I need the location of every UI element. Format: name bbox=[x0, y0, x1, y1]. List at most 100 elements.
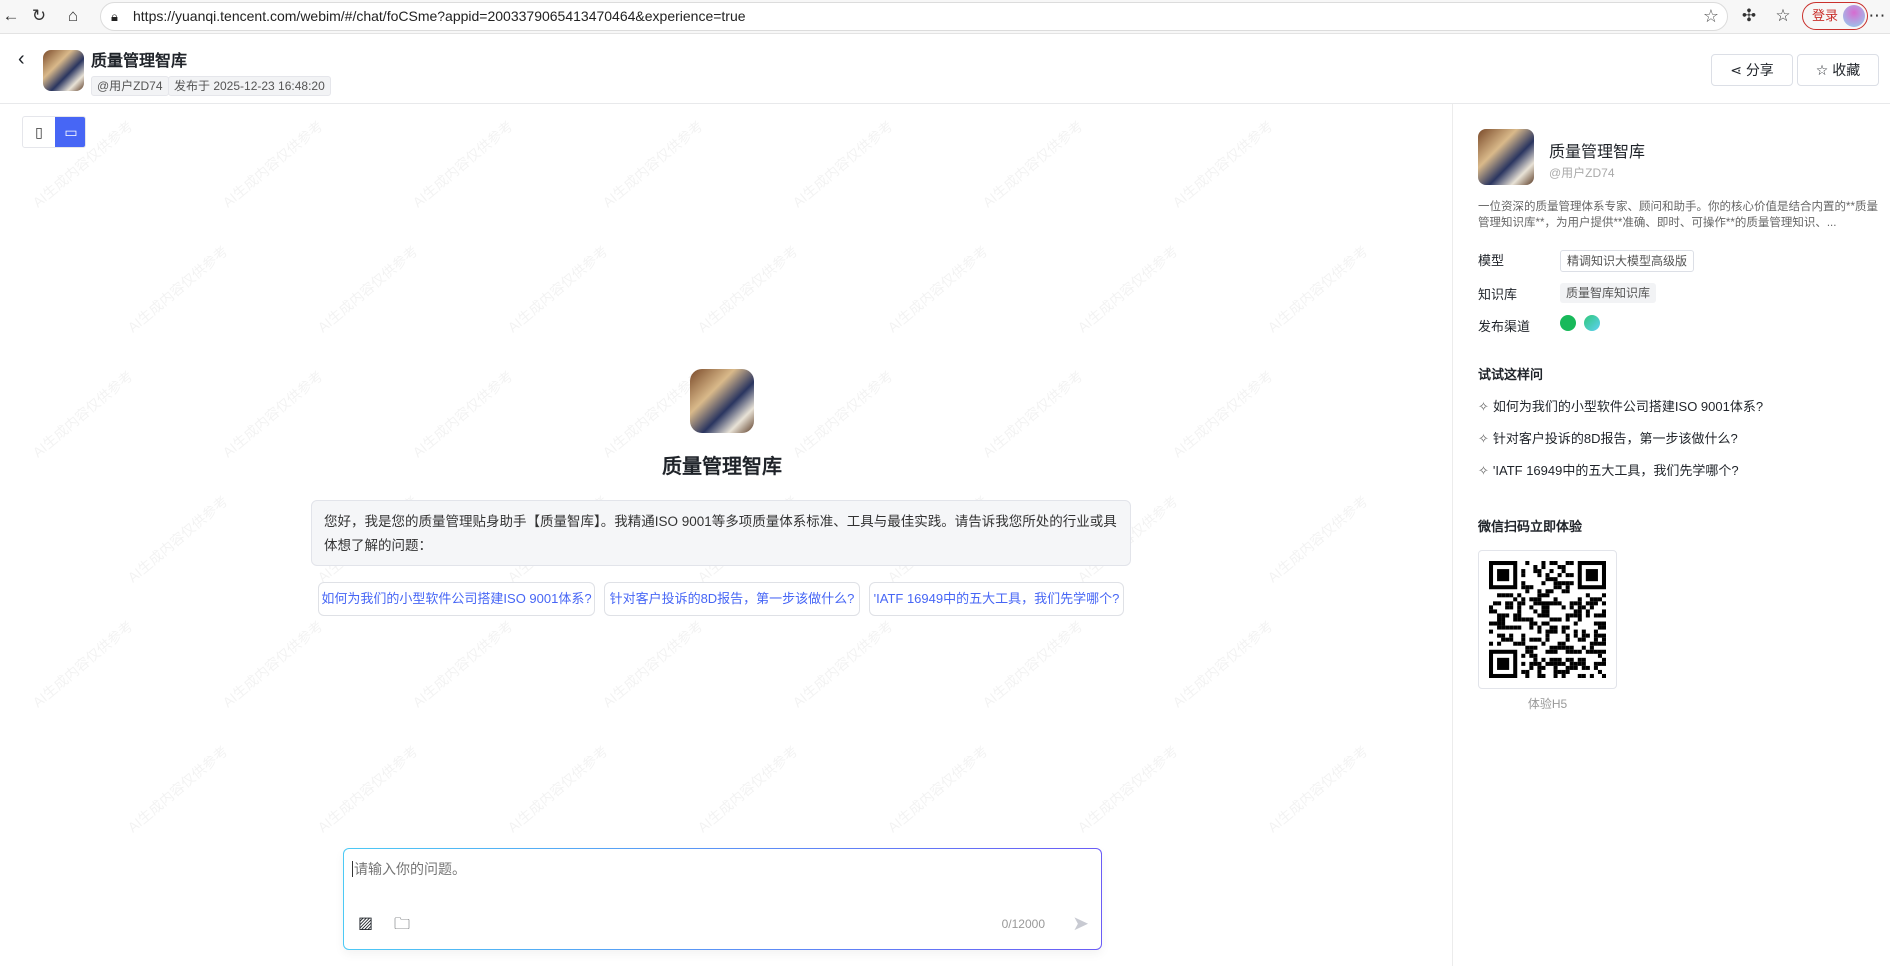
watermark-text: AI生成内容仅供参考 bbox=[1264, 242, 1371, 336]
avatar bbox=[1843, 5, 1865, 27]
watermark-text: AI生成内容仅供参考 bbox=[884, 742, 991, 836]
bot-title: 质量管理智库 bbox=[662, 456, 782, 478]
watermark-text: AI生成内容仅供参考 bbox=[1169, 367, 1276, 461]
login-button[interactable]: 登录 bbox=[1802, 2, 1868, 30]
address-bar[interactable]: 🔒︎ https://yuanqi.tencent.com/webim/#/ch… bbox=[100, 2, 1728, 31]
watermark-text: AI生成内容仅供参考 bbox=[219, 367, 326, 461]
lock-icon: 🔒︎ bbox=[111, 9, 118, 24]
share-button[interactable]: ⋖ 分享 bbox=[1711, 54, 1793, 86]
device-toggle: ▯ ▭ bbox=[22, 116, 86, 148]
sample-question-text: 'IATF 16949中的五大工具，我们先学哪个? bbox=[1492, 463, 1739, 478]
sample-question[interactable]: ✧ 'IATF 16949中的五大工具，我们先学哪个? bbox=[1478, 460, 1739, 479]
char-counter: 0/12000 bbox=[1001, 917, 1045, 931]
image-upload-icon[interactable]: ▨ bbox=[358, 913, 373, 933]
greeting-message: 您好，我是您的质量管理贴身助手【质量智库】。我精通ISO 9001等多项质量体系… bbox=[311, 500, 1131, 566]
watermark-text: AI生成内容仅供参考 bbox=[29, 367, 136, 461]
bot-name: 质量管理智库 bbox=[1549, 144, 1646, 161]
watermark-text: AI生成内容仅供参考 bbox=[29, 617, 136, 711]
mobile-view-icon[interactable]: ▯ bbox=[23, 117, 55, 147]
watermark-text: AI生成内容仅供参考 bbox=[409, 117, 516, 211]
sparkle-icon: ✧ bbox=[1478, 463, 1489, 478]
page-title: 质量管理智库 bbox=[91, 53, 188, 70]
collect-label: 收藏 bbox=[1832, 62, 1861, 78]
bot-author: @用户ZD74 bbox=[1549, 166, 1615, 180]
kb-label: 知识库 bbox=[1478, 287, 1518, 302]
watermark-text: AI生成内容仅供参考 bbox=[979, 117, 1086, 211]
favorites-icon[interactable]: ☆ bbox=[1772, 6, 1794, 26]
back-button[interactable]: ‹ bbox=[18, 48, 25, 71]
watermark-text: AI生成内容仅供参考 bbox=[979, 367, 1086, 461]
try-asking-heading: 试试这样问 bbox=[1478, 367, 1544, 382]
bot-avatar bbox=[43, 50, 84, 91]
back-icon[interactable]: ← bbox=[0, 6, 22, 26]
chat-input-box: ▨ 🗀 0/12000 ➤ bbox=[343, 848, 1102, 950]
sparkle-icon: ✧ bbox=[1478, 431, 1489, 446]
qr-heading: 微信扫码立即体验 bbox=[1478, 519, 1583, 534]
question-input[interactable] bbox=[352, 861, 1082, 877]
collect-button[interactable]: ☆ 收藏 bbox=[1797, 54, 1879, 86]
url-text: https://yuanqi.tencent.com/webim/#/chat/… bbox=[133, 8, 746, 24]
watermark-text: AI生成内容仅供参考 bbox=[884, 242, 991, 336]
qr-code-image bbox=[1489, 561, 1606, 678]
watermark-text: AI生成内容仅供参考 bbox=[1169, 617, 1276, 711]
kb-tag: 质量智库知识库 bbox=[1560, 283, 1657, 303]
watermark-layer: AI生成内容仅供参考 AI生成内容仅供参考 AI生成内容仅供参考 AI生成内容仅供参考… bbox=[0, 104, 1452, 864]
watermark-text: AI生成内容仅供参考 bbox=[504, 242, 611, 336]
watermark-text: AI生成内容仅供参考 bbox=[314, 742, 421, 836]
bot-info-panel: 质量管理智库 @用户ZD74 一位资深的质量管理体系专家、顾问和助手。你的核心价… bbox=[1452, 104, 1890, 966]
bot-avatar bbox=[1478, 129, 1534, 185]
sample-question[interactable]: ✧ 如何为我们的小型软件公司搭建ISO 9001体系? bbox=[1478, 396, 1763, 415]
publish-date-tag: 发布于 2025-12-23 16:48:20 bbox=[168, 76, 331, 96]
browser-toolbar: ← ↻ ⌂ 🔒︎ https://yuanqi.tencent.com/webi… bbox=[0, 0, 1890, 34]
reload-icon[interactable]: ↻ bbox=[28, 6, 50, 26]
watermark-text: AI生成内容仅供参考 bbox=[599, 117, 706, 211]
more-icon[interactable]: ⋯ bbox=[1866, 6, 1888, 26]
folder-upload-icon[interactable]: 🗀 bbox=[394, 913, 410, 940]
suggestion-chip[interactable]: 'IATF 16949中的五大工具，我们先学哪个? bbox=[869, 582, 1124, 616]
extensions-icon[interactable]: ✣ bbox=[1738, 6, 1760, 26]
sparkle-icon: ✧ bbox=[1478, 399, 1489, 414]
watermark-text: AI生成内容仅供参考 bbox=[1264, 492, 1371, 586]
watermark-text: AI生成内容仅供参考 bbox=[124, 492, 231, 586]
watermark-text: AI生成内容仅供参考 bbox=[409, 617, 516, 711]
share-icon: ⋖ bbox=[1730, 62, 1746, 78]
watermark-text: AI生成内容仅供参考 bbox=[1074, 742, 1181, 836]
qr-caption: 体验H5 bbox=[1527, 697, 1568, 711]
bot-description: 一位资深的质量管理体系专家、顾问和助手。你的核心价值是结合内置的**质量管理知识… bbox=[1478, 201, 1878, 229]
wechat-channel-icon bbox=[1584, 315, 1600, 331]
sample-question[interactable]: ✧ 针对客户投诉的8D报告，第一步该做什么? bbox=[1478, 428, 1738, 447]
model-tag: 精调知识大模型高级版 bbox=[1560, 250, 1695, 272]
watermark-text: AI生成内容仅供参考 bbox=[694, 742, 801, 836]
suggestion-chip[interactable]: 如何为我们的小型软件公司搭建ISO 9001体系? bbox=[318, 582, 595, 616]
watermark-text: AI生成内容仅供参考 bbox=[409, 367, 516, 461]
watermark-text: AI生成内容仅供参考 bbox=[1074, 242, 1181, 336]
author-tag: @用户ZD74 bbox=[91, 76, 169, 96]
yuanbao-channel-icon bbox=[1560, 315, 1576, 331]
watermark-text: AI生成内容仅供参考 bbox=[314, 242, 421, 336]
watermark-text: AI生成内容仅供参考 bbox=[1264, 742, 1371, 836]
watermark-text: AI生成内容仅供参考 bbox=[789, 117, 896, 211]
watermark-text: AI生成内容仅供参考 bbox=[789, 617, 896, 711]
desktop-view-icon[interactable]: ▭ bbox=[55, 117, 85, 147]
watermark-text: AI生成内容仅供参考 bbox=[1169, 117, 1276, 211]
favorite-star-icon[interactable]: ☆ bbox=[1703, 3, 1719, 30]
star-icon: ☆ bbox=[1815, 62, 1833, 78]
sample-question-text: 针对客户投诉的8D报告，第一步该做什么? bbox=[1492, 431, 1738, 446]
home-icon[interactable]: ⌂ bbox=[62, 6, 84, 26]
watermark-text: AI生成内容仅供参考 bbox=[219, 117, 326, 211]
watermark-text: AI生成内容仅供参考 bbox=[979, 617, 1086, 711]
watermark-text: AI生成内容仅供参考 bbox=[124, 242, 231, 336]
watermark-text: AI生成内容仅供参考 bbox=[694, 242, 801, 336]
qr-code bbox=[1478, 550, 1617, 689]
suggestion-chip[interactable]: 针对客户投诉的8D报告，第一步该做什么? bbox=[604, 582, 860, 616]
share-label: 分享 bbox=[1745, 62, 1774, 78]
watermark-text: AI生成内容仅供参考 bbox=[124, 742, 231, 836]
send-icon[interactable]: ➤ bbox=[1072, 911, 1089, 936]
watermark-text: AI生成内容仅供参考 bbox=[599, 617, 706, 711]
sample-question-text: 如何为我们的小型软件公司搭建ISO 9001体系? bbox=[1492, 399, 1764, 414]
bot-avatar-large bbox=[690, 369, 754, 433]
watermark-text: AI生成内容仅供参考 bbox=[789, 367, 896, 461]
page-header: ‹ 质量管理智库 @用户ZD74 发布于 2025-12-23 16:48:20… bbox=[0, 34, 1890, 104]
login-label: 登录 bbox=[1812, 8, 1839, 23]
watermark-text: AI生成内容仅供参考 bbox=[504, 742, 611, 836]
